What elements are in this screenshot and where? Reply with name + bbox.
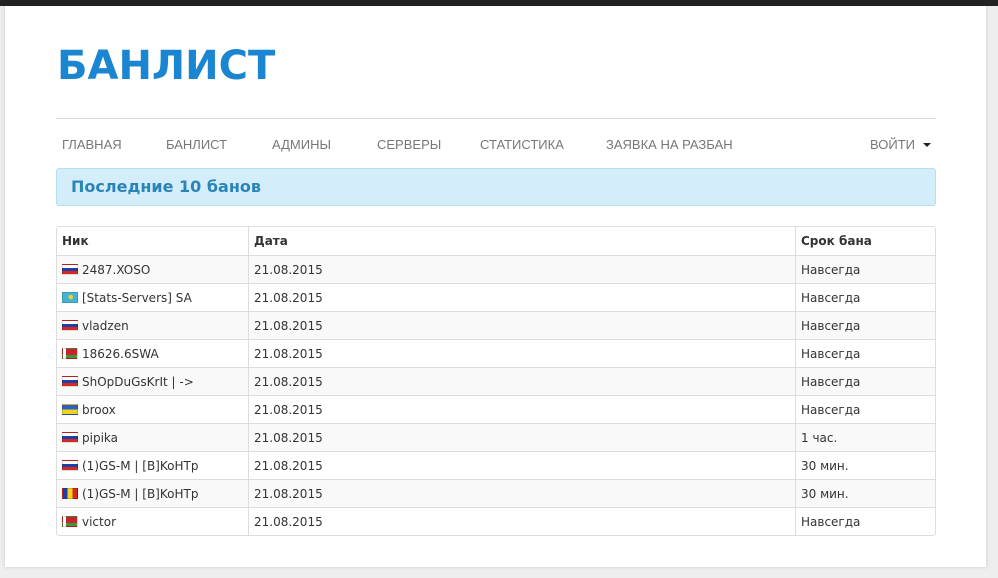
nick-cell: (1)GS-M | [B]KoHTp: [57, 479, 248, 507]
ban-date: 21.08.2015: [254, 290, 323, 305]
ban-duration: Навсегда: [801, 514, 861, 529]
player-nick[interactable]: broox: [82, 403, 116, 417]
duration-cell: Навсегда: [795, 507, 935, 535]
player-nick[interactable]: (1)GS-M | [B]KoHTp: [82, 487, 198, 501]
nick-cell: 2487.XOSO: [57, 255, 248, 283]
nav-item-banlist[interactable]: БАНЛИСТ: [166, 137, 227, 152]
column-header-date: Дата: [248, 227, 795, 255]
nick-cell: victor: [57, 507, 248, 535]
duration-cell: 1 час.: [795, 423, 935, 451]
date-cell: 21.08.2015: [248, 423, 795, 451]
table-row[interactable]: vladzen 21.08.2015 Навсегда: [57, 311, 935, 339]
nick-cell: 18626.6SWA: [57, 339, 248, 367]
table-row[interactable]: (1)GS-M | [B]KoHTp 21.08.2015 30 мин.: [57, 479, 935, 507]
country-flag-icon: [62, 515, 78, 527]
nav-item-admins[interactable]: АДМИНЫ: [272, 137, 331, 152]
player-nick[interactable]: [Stats-Servers] SA: [82, 291, 192, 305]
table-header-row: Ник Дата Срок бана: [57, 227, 935, 255]
login-label: ВОЙТИ: [870, 137, 915, 152]
duration-cell: Навсегда: [795, 283, 935, 311]
duration-cell: 30 мин.: [795, 451, 935, 479]
date-cell: 21.08.2015: [248, 451, 795, 479]
duration-cell: Навсегда: [795, 339, 935, 367]
table-row[interactable]: ShOpDuGsKrIt | -> 21.08.2015 Навсегда: [57, 367, 935, 395]
date-cell: 21.08.2015: [248, 395, 795, 423]
table-row[interactable]: broox 21.08.2015 Навсегда: [57, 395, 935, 423]
ban-date: 21.08.2015: [254, 346, 323, 361]
recent-bans-heading: Последние 10 банов: [56, 168, 936, 206]
site-logo[interactable]: БАНЛИСТ: [57, 40, 275, 92]
duration-cell: 30 мин.: [795, 479, 935, 507]
table-row[interactable]: 18626.6SWA 21.08.2015 Навсегда: [57, 339, 935, 367]
ban-duration: Навсегда: [801, 290, 861, 305]
player-nick[interactable]: (1)GS-M | [B]KoHTp: [82, 459, 198, 473]
section-title: Последние 10 банов: [71, 177, 262, 196]
date-cell: 21.08.2015: [248, 339, 795, 367]
ban-duration: 30 мин.: [801, 458, 849, 473]
nav-item-unban-request[interactable]: ЗАЯВКА НА РАЗБАН: [606, 137, 733, 152]
nick-cell: [Stats-Servers] SA: [57, 283, 248, 311]
table-row[interactable]: 2487.XOSO 21.08.2015 Навсегда: [57, 255, 935, 283]
main-nav: ГЛАВНАЯ БАНЛИСТ АДМИНЫ СЕРВЕРЫ СТАТИСТИК…: [56, 118, 936, 169]
country-flag-icon: [62, 487, 78, 499]
ban-duration: Навсегда: [801, 346, 861, 361]
duration-cell: Навсегда: [795, 255, 935, 283]
nick-cell: ShOpDuGsKrIt | ->: [57, 367, 248, 395]
duration-cell: Навсегда: [795, 367, 935, 395]
ban-duration: Навсегда: [801, 318, 861, 333]
country-flag-icon: [62, 319, 78, 331]
nav-item-home[interactable]: ГЛАВНАЯ: [62, 137, 122, 152]
player-nick[interactable]: victor: [82, 515, 116, 529]
ban-date: 21.08.2015: [254, 514, 323, 529]
table-row[interactable]: (1)GS-M | [B]KoHTp 21.08.2015 30 мин.: [57, 451, 935, 479]
date-cell: 21.08.2015: [248, 255, 795, 283]
ban-date: 21.08.2015: [254, 458, 323, 473]
duration-cell: Навсегда: [795, 311, 935, 339]
country-flag-icon: [62, 291, 78, 303]
country-flag-icon: [62, 375, 78, 387]
ban-date: 21.08.2015: [254, 486, 323, 501]
nick-cell: vladzen: [57, 311, 248, 339]
ban-date: 21.08.2015: [254, 262, 323, 277]
login-dropdown[interactable]: ВОЙТИ: [870, 137, 931, 152]
column-header-duration: Срок бана: [795, 227, 935, 255]
player-nick[interactable]: 18626.6SWA: [82, 347, 159, 361]
player-nick[interactable]: pipika: [82, 431, 118, 445]
nick-cell: broox: [57, 395, 248, 423]
nav-item-servers[interactable]: СЕРВЕРЫ: [377, 137, 441, 152]
ban-duration: Навсегда: [801, 402, 861, 417]
ban-duration: 30 мин.: [801, 486, 849, 501]
player-nick[interactable]: 2487.XOSO: [82, 263, 150, 277]
country-flag-icon: [62, 459, 78, 471]
caret-down-icon: [923, 143, 931, 147]
date-cell: 21.08.2015: [248, 479, 795, 507]
date-cell: 21.08.2015: [248, 507, 795, 535]
date-cell: 21.08.2015: [248, 311, 795, 339]
ban-duration: 1 час.: [801, 430, 838, 445]
table-row[interactable]: [Stats-Servers] SA 21.08.2015 Навсегда: [57, 283, 935, 311]
ban-date: 21.08.2015: [254, 374, 323, 389]
table-row[interactable]: pipika 21.08.2015 1 час.: [57, 423, 935, 451]
player-nick[interactable]: ShOpDuGsKrIt | ->: [82, 375, 194, 389]
country-flag-icon: [62, 431, 78, 443]
date-cell: 21.08.2015: [248, 283, 795, 311]
ban-date: 21.08.2015: [254, 402, 323, 417]
country-flag-icon: [62, 263, 78, 275]
table-row[interactable]: victor 21.08.2015 Навсегда: [57, 507, 935, 535]
player-nick[interactable]: vladzen: [82, 319, 129, 333]
duration-cell: Навсегда: [795, 395, 935, 423]
country-flag-icon: [62, 403, 78, 415]
content-panel: БАНЛИСТ ГЛАВНАЯ БАНЛИСТ АДМИНЫ СЕРВЕРЫ С…: [5, 6, 986, 567]
ban-date: 21.08.2015: [254, 318, 323, 333]
column-header-nick: Ник: [62, 234, 89, 248]
country-flag-icon: [62, 347, 78, 359]
nick-cell: (1)GS-M | [B]KoHTp: [57, 451, 248, 479]
nick-cell: pipika: [57, 423, 248, 451]
nav-item-statistics[interactable]: СТАТИСТИКА: [480, 137, 564, 152]
ban-date: 21.08.2015: [254, 430, 323, 445]
bans-table: Ник Дата Срок бана 2487.XOSO 21.08.2015 …: [56, 226, 936, 536]
ban-duration: Навсегда: [801, 262, 861, 277]
ban-duration: Навсегда: [801, 374, 861, 389]
date-cell: 21.08.2015: [248, 367, 795, 395]
